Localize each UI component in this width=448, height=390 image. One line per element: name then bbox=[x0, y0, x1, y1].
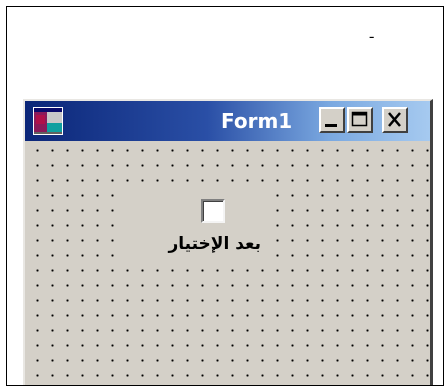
minimize-button[interactable] bbox=[319, 107, 345, 133]
minimize-icon bbox=[325, 124, 337, 127]
app-window-icon[interactable] bbox=[33, 107, 63, 135]
close-button[interactable] bbox=[382, 107, 408, 133]
checkbox-box[interactable] bbox=[201, 199, 225, 223]
document-frame: - Form1 بعد الإختيار bbox=[6, 6, 444, 386]
close-icon bbox=[388, 112, 401, 127]
checkbox-control[interactable]: بعد الإختيار bbox=[121, 193, 265, 267]
checkbox-label[interactable]: بعد الإختيار bbox=[168, 233, 261, 255]
maximize-icon bbox=[351, 111, 368, 127]
window-title: Form1 bbox=[221, 109, 293, 133]
form-window[interactable]: Form1 بعد الإختيار bbox=[23, 99, 433, 385]
title-bar[interactable]: Form1 bbox=[25, 101, 430, 141]
form-design-surface[interactable]: بعد الإختيار bbox=[25, 141, 430, 385]
maximize-button[interactable] bbox=[347, 107, 373, 133]
stray-mark: - bbox=[369, 28, 375, 45]
